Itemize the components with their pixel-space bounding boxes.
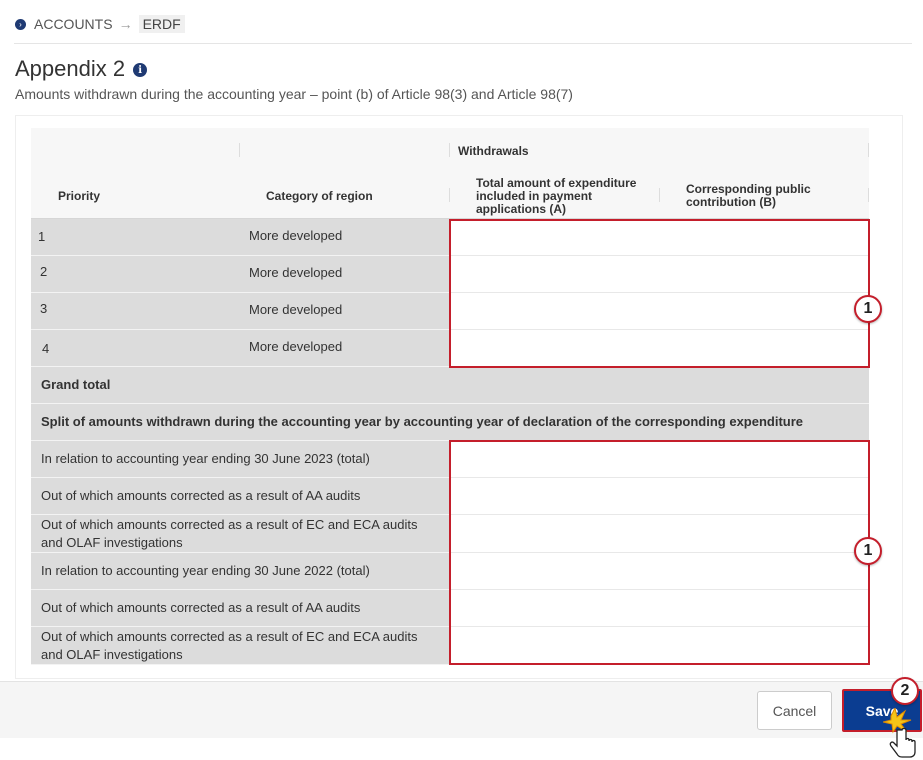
column-header-category: Category of region [266, 189, 373, 203]
row-label: In relation to accounting year ending 30… [31, 441, 449, 478]
column-header-public-b: Corresponding public contribution (B) [686, 182, 811, 209]
table-row: Out of which amounts corrected as a resu… [31, 590, 869, 627]
row-label: Split of amounts withdrawn during the ac… [31, 404, 869, 441]
column-header-total-a: Total amount of expenditure included in … [476, 176, 637, 216]
page-title: Appendix 2 i [15, 56, 148, 82]
priority-cell: 1 [38, 229, 46, 244]
amount-input-cells[interactable] [449, 515, 869, 553]
category-cell: More developed [249, 302, 343, 317]
row-label: Grand total [31, 367, 869, 404]
table-row: Out of which amounts corrected as a resu… [31, 515, 869, 553]
header-separator [449, 188, 450, 202]
table-header-columns: Priority Category of region Total amount… [31, 173, 869, 219]
row-label: Out of which amounts corrected as a resu… [31, 590, 449, 627]
amount-input-cells[interactable] [449, 293, 869, 330]
table-row: In relation to accounting year ending 30… [31, 553, 869, 590]
category-cell: More developed [249, 228, 343, 243]
split-row-label: In relation to accounting year ending 30… [41, 563, 370, 578]
amount-input-cells[interactable] [449, 256, 869, 293]
category-cell: More developed [249, 339, 343, 354]
table-row: In relation to accounting year ending 30… [31, 441, 869, 478]
arrow-right-icon: → [118, 16, 133, 32]
split-row-label: In relation to accounting year ending 30… [41, 451, 370, 466]
split-header-row: Split of amounts withdrawn during the ac… [31, 404, 869, 441]
header-separator [868, 143, 869, 157]
split-header-label: Split of amounts withdrawn during the ac… [41, 414, 804, 429]
hand-cursor-icon [883, 708, 916, 758]
row-label: 2 More developed [31, 256, 449, 293]
row-label: 1 More developed [31, 219, 449, 256]
table-header-group: Withdrawals [31, 128, 869, 173]
priority-cell: 3 [40, 301, 48, 316]
divider [14, 43, 912, 44]
amount-input-cells[interactable] [449, 441, 869, 478]
split-row-label: Out of which amounts corrected as a resu… [41, 517, 418, 550]
grand-total-row: Grand total [31, 367, 869, 404]
amount-input-cells[interactable] [449, 553, 869, 590]
split-row-label: Out of which amounts corrected as a resu… [41, 629, 418, 662]
row-label: 3 More developed [31, 293, 449, 330]
grand-total-label: Grand total [41, 377, 111, 392]
callout-1: 1 [854, 295, 882, 323]
amount-input-cells[interactable] [449, 219, 869, 256]
info-icon[interactable]: i [133, 63, 148, 77]
breadcrumb: › ACCOUNTS → ERDF [14, 14, 185, 34]
table-row: 1 More developed [31, 219, 869, 256]
chevron-right-icon: › [15, 18, 26, 30]
header-separator [239, 143, 240, 157]
column-header-priority: Priority [58, 189, 101, 203]
row-label: Out of which amounts corrected as a resu… [31, 478, 449, 515]
amount-input-cells[interactable] [449, 590, 869, 627]
header-separator [868, 188, 869, 202]
row-label: Out of which amounts corrected as a resu… [31, 515, 449, 553]
table-row: 3 More developed [31, 293, 869, 330]
breadcrumb-accounts[interactable]: ACCOUNTS [34, 16, 113, 32]
cancel-button[interactable]: Cancel [757, 691, 832, 730]
header-separator [449, 143, 450, 157]
page-subtitle: Amounts withdrawn during the accounting … [15, 86, 573, 102]
table-row: Out of which amounts corrected as a resu… [31, 478, 869, 515]
page-title-text: Appendix 2 [15, 56, 126, 81]
amount-input-cells[interactable] [449, 330, 869, 367]
table-row: 4 More developed [31, 330, 869, 367]
table-row: 2 More developed [31, 256, 869, 293]
row-label: Out of which amounts corrected as a resu… [31, 627, 449, 665]
amount-input-cells[interactable] [449, 478, 869, 515]
split-row-label: Out of which amounts corrected as a resu… [41, 488, 361, 503]
amount-input-cells[interactable] [449, 627, 869, 665]
category-cell: More developed [249, 265, 343, 280]
breadcrumb-erdf: ERDF [138, 15, 185, 33]
priority-cell: 4 [42, 341, 50, 356]
split-row-label: Out of which amounts corrected as a resu… [41, 600, 361, 615]
header-separator [659, 188, 660, 202]
callout-1: 1 [854, 537, 882, 565]
row-label: 4 More developed [31, 330, 449, 367]
row-label: In relation to accounting year ending 30… [31, 553, 449, 590]
priority-cell: 2 [40, 264, 48, 279]
table-row: Out of which amounts corrected as a resu… [31, 627, 869, 665]
callout-2: 2 [891, 677, 919, 705]
column-header-withdrawals: Withdrawals [458, 144, 529, 158]
